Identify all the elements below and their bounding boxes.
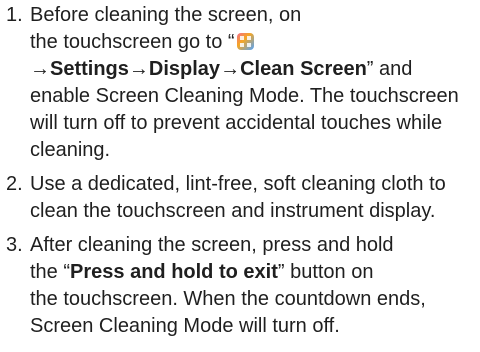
step-text: After cleaning the screen, press and hol… [30,232,464,340]
step-number: 3. [6,234,23,256]
arrow-icon: → [220,58,241,80]
step-text-line: the touchscreen. When the countdown ends… [30,288,426,337]
step-number: 1. [6,4,23,26]
path-display: Display [148,58,221,80]
step-text-line: the touchscreen go to “ [30,31,235,53]
arrow-icon: → [30,58,50,80]
exit-button-name: Press and hold to exit [70,261,278,283]
step-text: Before cleaning the screen, on the touch… [30,2,464,164]
path-settings: Settings [50,58,129,80]
instruction-list: 1. Before cleaning the screen, on the to… [0,0,480,340]
step-number: 2. [6,173,23,195]
step-text: Use a dedicated, lint-free, soft cleanin… [30,173,446,222]
settings-path: →Settings→Display→Clean Screen [30,58,367,80]
arrow-icon: → [128,58,149,80]
list-item: 1. Before cleaning the screen, on the to… [0,0,480,164]
path-clean-screen: Clean Screen [240,58,367,80]
app-launcher-icon [236,33,254,50]
step-text-line: After cleaning the screen, press and hol… [30,234,394,256]
step-text-line: ” button on [277,261,374,283]
step-text-line: the “ [30,261,71,283]
step-text-line: Before cleaning the screen, on [30,4,302,26]
list-item: 3. After cleaning the screen, press and … [0,232,480,340]
document: 1. Before cleaning the screen, on the to… [0,0,480,352]
list-item: 2. Use a dedicated, lint-free, soft clea… [0,171,480,225]
